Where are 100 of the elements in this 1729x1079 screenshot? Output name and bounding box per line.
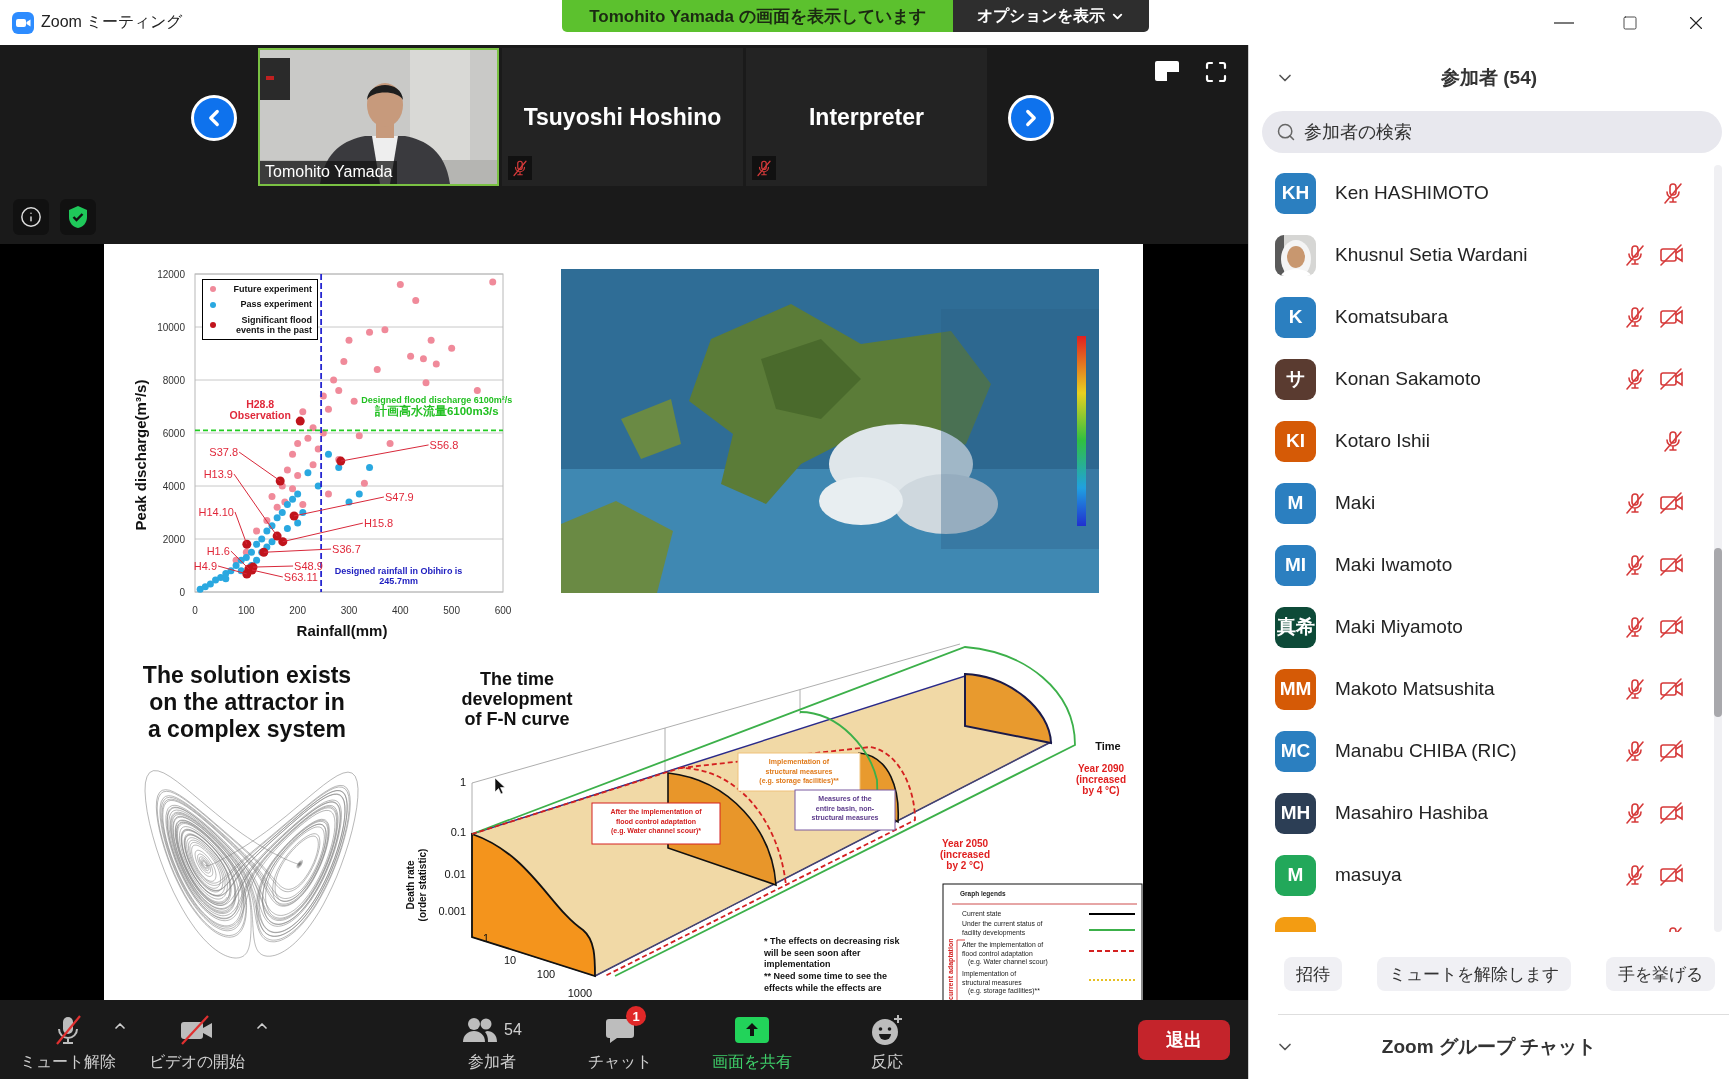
avatar: MI <box>1275 544 1316 586</box>
participant-name: Maki <box>1335 492 1376 514</box>
panel-button[interactable]: 招待 <box>1284 957 1342 991</box>
axis-title: Death rate (order statistic) <box>405 848 428 922</box>
diagram-title: The time development of F-N curve <box>461 669 573 729</box>
chat-button[interactable]: チャット 1 <box>570 1006 670 1073</box>
axis-tick-label: 10 <box>503 954 517 966</box>
avatar: サ <box>1275 358 1316 400</box>
axis-tick-label: 8000 <box>162 375 185 386</box>
panel-title: 参加者 (54) <box>1439 66 1539 90</box>
next-page-button[interactable] <box>1008 95 1054 141</box>
participant-name: Kotaro Ishii <box>1335 430 1431 452</box>
info-button[interactable] <box>13 199 49 235</box>
participant-name: Ken HASHIMOTO <box>1335 182 1489 204</box>
annotation-label: S47.9 <box>384 491 414 503</box>
participant-name: Komatsubara <box>1335 306 1448 328</box>
participant-name: Konan Sakamoto <box>1335 368 1481 390</box>
axis-tick-label: 0 <box>192 605 198 616</box>
axis-tick-label: 1000 <box>567 987 593 999</box>
avatar: MH <box>1275 792 1316 834</box>
axis-tick-label: 0 <box>179 587 185 598</box>
reference-label: Designed flood discharge 6100m²/s 計画高水流量6100m3/s <box>361 395 513 418</box>
avatar: KH <box>1275 172 1316 214</box>
panel-button[interactable]: 手を挙げる <box>1606 957 1715 991</box>
axis-tick-label: 300 <box>340 605 358 616</box>
security-button[interactable] <box>60 199 96 235</box>
annotation-label: H28.8 Observation <box>229 398 291 422</box>
notification-badge: 1 <box>626 1006 646 1026</box>
previous-page-button[interactable] <box>191 95 237 141</box>
people-icon <box>462 1016 499 1044</box>
reactions-button[interactable]: 反応 <box>837 1006 937 1073</box>
year-label: Year 2050 (increased by 2 °C) <box>940 838 990 871</box>
panel-button[interactable]: ミュートを解除します <box>1377 957 1571 991</box>
line-sample-icon <box>1089 912 1135 916</box>
axis-tick-label: 12000 <box>157 269 185 280</box>
annotation-label: S56.8 <box>429 438 459 451</box>
layout-icon <box>1154 60 1180 82</box>
participants-button[interactable]: 54 参加者 <box>442 1006 542 1073</box>
window-title: Zoom ミーティング <box>41 12 183 32</box>
axis-title: Rainfall(mm) <box>296 622 388 639</box>
shield-check-icon <box>67 205 89 229</box>
video-button[interactable]: ビデオの開始 <box>132 1006 262 1073</box>
annotation-label: S37.8 <box>209 446 239 459</box>
info-icon <box>20 206 42 228</box>
axis-tick-label: 0.001 <box>438 905 466 917</box>
footnote: * The effects on decreasing risk will be seen soon after implementation ** Need some time to see the effects while the effects are <box>764 936 900 993</box>
legend-label: Future experiment <box>232 284 312 295</box>
annotation-label: S48.9 <box>294 560 323 573</box>
axis-tick-label: 2000 <box>162 534 185 545</box>
axis-tick-label: 0.1 <box>450 826 466 838</box>
year-label: Year 2090 (increased by 4 °C) <box>1076 763 1126 796</box>
avatar: K <box>1275 296 1316 338</box>
share-banner: Tomohito Yamada の画面を表示しています <box>562 0 953 32</box>
share-button[interactable]: 画面を共有 <box>692 1006 812 1073</box>
axis-tick-label: 10000 <box>157 322 185 333</box>
axis-tick-label: 600 <box>494 605 512 616</box>
legend-label: Pass experiment <box>239 299 312 310</box>
axis-tick-label: 500 <box>443 605 460 616</box>
smiley-plus-icon <box>870 1014 904 1046</box>
legend-marker-icon <box>210 301 216 308</box>
axis-tick-label: 0.01 <box>444 868 466 880</box>
axis-tick-label: 1 <box>459 776 466 788</box>
participant-name: Maki Miyamoto <box>1335 616 1463 638</box>
leave-button[interactable]: 退出 <box>1138 1019 1230 1060</box>
reference-label: Designed rainfall in Obihiro is 245.7mm <box>334 566 463 586</box>
participant-name: Tsuyoshi Hoshino <box>523 103 722 131</box>
annotation-label: H15.8 <box>363 517 394 530</box>
axis-tick-label: 100 <box>238 605 255 616</box>
avatar: 真希 <box>1275 606 1316 648</box>
participant-name: Makoto Matsushita <box>1335 678 1495 700</box>
annotation-label: H13.9 <box>203 468 233 481</box>
participant-name: Manabu CHIBA (RIC) <box>1335 740 1517 762</box>
chat-icon <box>605 1016 635 1044</box>
search-icon <box>1276 122 1296 142</box>
axis-tick-label: 100 <box>536 968 556 980</box>
zoom-logo-icon <box>12 11 34 34</box>
layout-button[interactable] <box>1154 60 1180 84</box>
participant-name: Khusnul Setia Wardani <box>1335 244 1528 266</box>
annotation-label: H14.10 <box>198 505 234 518</box>
axis-tick-label: 200 <box>289 605 306 616</box>
legend-marker-icon <box>210 322 216 329</box>
minimize-icon <box>1554 21 1574 24</box>
scrollbar-thumb[interactable] <box>1714 548 1722 717</box>
share-screen-icon <box>735 1017 769 1043</box>
participant-name: Tomohito Yamada <box>260 161 398 184</box>
annotation-label: H4.9 <box>193 560 218 573</box>
line-sample-icon <box>1088 929 1136 931</box>
fullscreen-button[interactable] <box>1204 60 1228 84</box>
search-field[interactable]: 参加者の検索 <box>1262 111 1722 153</box>
axis-tick-label: 4000 <box>162 481 185 492</box>
view-options-button[interactable]: オプションを表示 <box>953 0 1149 32</box>
annotation-label: H1.6 <box>206 545 230 558</box>
mic-button[interactable]: ミュート解除 <box>16 1006 120 1073</box>
avatar: MC <box>1275 730 1316 772</box>
annotation-label: S63.11 <box>283 571 318 584</box>
fullscreen-icon <box>1204 60 1228 84</box>
avatar: KI <box>1275 420 1316 462</box>
avatar: M <box>1275 854 1316 896</box>
legend-marker-icon <box>210 286 216 293</box>
panel-title: Zoom グループ チャット <box>1380 1035 1598 1059</box>
